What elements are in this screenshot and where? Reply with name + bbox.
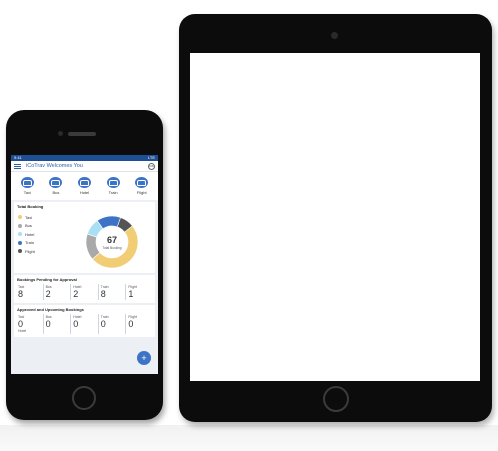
phone-home-button[interactable] (72, 386, 96, 410)
mode-flight[interactable]: Flight (135, 177, 149, 195)
count-box[interactable]: Bus 2 (44, 284, 72, 300)
pending-counts: Taxi 8 Bus 2 Hotel 2 Train 8 Flight 1 (14, 284, 155, 303)
legend-label: Flight (25, 248, 35, 254)
chart-legend: Taxi Bus Hotel Train Flight (18, 213, 35, 256)
app-bar: iCoTrav Welcomes You DS (11, 161, 158, 172)
taxi-icon (20, 177, 34, 188)
total-booking-card: Total Booking Taxi Bus Hotel Train Fligh… (14, 202, 155, 273)
bus-icon (49, 177, 63, 188)
card-title: Bookings Pending for Approval (17, 277, 77, 282)
count-box[interactable]: Hotel 2 (71, 284, 99, 300)
card-title: Approved and Upcoming Bookings (17, 307, 84, 312)
tablet-home-button[interactable] (323, 386, 349, 412)
count-box[interactable]: Train 0 (99, 314, 127, 334)
legend-item: Bus (18, 222, 35, 231)
total-label: Total Booking (102, 246, 121, 250)
pending-card: Bookings Pending for Approval Taxi 8 Bus 2… (14, 275, 155, 303)
total-value: 67 (107, 235, 117, 245)
count-value: 8 (100, 289, 106, 299)
travel-modes: Taxi Bus Hotel Train Flight (11, 172, 158, 200)
phone-screen: 9:41 LTE iCoTrav Welcomes You DS Taxi Bu… (11, 155, 158, 374)
count-box[interactable]: Hotel 0 (71, 314, 99, 334)
count-box[interactable]: Bus 0 (44, 314, 72, 334)
tablet-camera (331, 32, 338, 39)
legend-label: Taxi (25, 214, 33, 220)
tablet-screen (190, 53, 480, 381)
count-value: 0 (100, 319, 106, 329)
hamburger-menu-icon[interactable] (14, 163, 21, 169)
approved-card: Approved and Upcoming Bookings Taxi 0 Hote… (14, 305, 155, 337)
legend-swatch (18, 223, 22, 228)
count-box[interactable]: Taxi 0 Hotel (16, 314, 44, 334)
status-time: 9:41 (14, 155, 22, 160)
mode-bus[interactable]: Bus (49, 177, 63, 195)
mode-label: Train (108, 190, 118, 195)
count-value: 1 (128, 289, 134, 299)
status-signal: LTE (147, 155, 155, 160)
legend-swatch (18, 215, 22, 220)
booking-chart: Taxi Bus Hotel Train Flight 67 Total Boo… (14, 211, 155, 273)
count-box[interactable]: Train 8 (99, 284, 127, 300)
count-value: 2 (73, 289, 79, 299)
mode-label: Flight (136, 190, 147, 195)
front-camera (58, 131, 63, 136)
count-value: 0 (128, 319, 134, 329)
count-box[interactable]: Flight 0 (126, 314, 153, 334)
mode-label: Hotel (79, 190, 90, 195)
legend-item: Train (18, 239, 35, 248)
count-box[interactable]: Flight 1 (126, 284, 153, 300)
legend-swatch (18, 240, 22, 245)
train-icon (106, 177, 120, 188)
legend-item: Taxi (18, 213, 35, 222)
count-box[interactable]: Taxi 8 (16, 284, 44, 300)
count-sublabel: Hotel (18, 329, 27, 333)
legend-swatch (18, 249, 22, 254)
mode-hotel[interactable]: Hotel (77, 177, 91, 195)
mode-label: Bus (52, 190, 60, 195)
add-booking-button[interactable]: + (137, 351, 151, 365)
tablet-device (179, 14, 492, 422)
count-value: 2 (45, 289, 51, 299)
legend-item: Hotel (18, 230, 35, 239)
mode-taxi[interactable]: Taxi (20, 177, 34, 195)
card-title: Total Booking (17, 204, 44, 209)
legend-item: Flight (18, 247, 35, 256)
mode-train[interactable]: Train (106, 177, 120, 195)
count-value: 0 (18, 319, 24, 329)
legend-label: Bus (25, 223, 32, 229)
legend-swatch (18, 232, 22, 237)
count-value: 0 (73, 319, 79, 329)
app-title: iCoTrav Welcomes You (26, 163, 83, 169)
flight-icon (135, 177, 149, 188)
ground-shadow (0, 425, 498, 451)
donut-chart: 67 Total Booking (85, 215, 139, 269)
avatar[interactable]: DS (148, 162, 155, 170)
mode-label: Taxi (23, 190, 31, 195)
hotel-icon (77, 177, 91, 188)
count-value: 8 (18, 289, 24, 299)
phone-device: 9:41 LTE iCoTrav Welcomes You DS Taxi Bu… (6, 110, 163, 420)
earpiece-speaker (68, 132, 96, 136)
legend-label: Train (25, 240, 34, 246)
legend-label: Hotel (25, 231, 35, 237)
count-value: 0 (45, 319, 51, 329)
approved-counts: Taxi 0 Hotel Bus 0 Hotel 0 Train 0 Flight 0 (14, 314, 155, 337)
